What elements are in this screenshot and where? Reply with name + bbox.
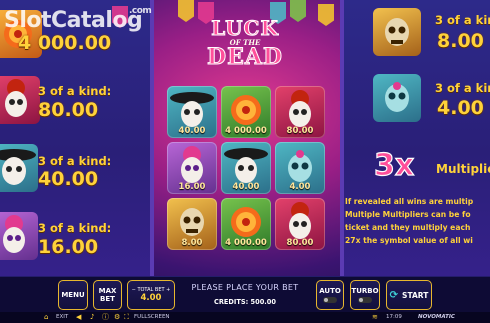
multiplier-value: 3x: [373, 147, 415, 183]
max-bet-label-1: MAX: [98, 287, 117, 295]
start-label: START: [402, 290, 429, 300]
grid-cell[interactable]: 80.00: [275, 86, 325, 138]
status-message: PLEASE PLACE YOUR BET: [191, 283, 299, 292]
slotcatalog-watermark: SlotCatalog .com: [4, 6, 152, 33]
credits-label: CREDITS:: [214, 298, 249, 306]
plus-icon[interactable]: +: [166, 287, 170, 293]
start-button[interactable]: ⟳ START: [386, 280, 432, 310]
pay-value: 4.00: [437, 97, 484, 119]
grid-cell[interactable]: 8.00: [167, 198, 217, 250]
pay-label: 3 of a kind:: [38, 84, 112, 98]
auto-button[interactable]: AUTO: [316, 280, 344, 310]
cell-win-value: 4 000.00: [225, 238, 267, 248]
auto-label: AUTO: [319, 287, 341, 295]
grid-cell[interactable]: 4.00: [275, 142, 325, 194]
total-bet-value: 4.00: [140, 293, 162, 303]
pay-value: 16.00: [38, 236, 99, 258]
teal-skull-symbol-icon: [373, 74, 421, 122]
total-bet-selector[interactable]: − TOTAL BET + 4.00: [127, 280, 175, 310]
exit-label[interactable]: EXIT: [56, 314, 68, 320]
refresh-icon: ⟳: [389, 289, 399, 301]
pay-label: 3 of a kind: [435, 13, 490, 27]
pay-value: 80.00: [38, 99, 99, 121]
catrina-purple-symbol-icon: [0, 212, 38, 260]
volume-icon[interactable]: ♪: [90, 313, 98, 321]
panel-divider: [150, 0, 154, 276]
multiplier-line: 27x the symbol value of all wi: [345, 236, 473, 245]
control-bar: MENU MAX BET − TOTAL BET + 4.00 PLEASE P…: [0, 276, 490, 312]
pay-label: 3 of a kind:: [38, 154, 112, 168]
max-bet-button[interactable]: MAX BET: [93, 280, 122, 310]
game-logo: LUCK OF THE DEAD: [200, 16, 290, 78]
cell-win-value: 40.00: [178, 126, 206, 136]
wifi-icon: ≋: [372, 313, 378, 321]
speaker-icon[interactable]: ◀: [76, 313, 84, 321]
multiplier-label: Multiplier: [436, 162, 490, 176]
pay-value: 8.00: [437, 30, 484, 52]
cell-win-value: 80.00: [286, 238, 314, 248]
multiplier-line: If revealed all wins are multip: [345, 197, 474, 206]
cell-win-value: 16.00: [178, 182, 206, 192]
max-bet-label-2: BET: [100, 295, 115, 303]
minus-icon[interactable]: −: [132, 287, 136, 293]
pay-label: 3 of a kind:: [38, 221, 112, 235]
grid-cell[interactable]: 16.00: [167, 142, 217, 194]
cell-win-value: 4 000.00: [225, 126, 267, 136]
mariachi-skull-symbol-icon: [0, 144, 38, 192]
multiplier-line: ticket and they multiply each: [345, 223, 471, 232]
cell-win-value: 8.00: [181, 238, 203, 248]
logo-line-3: DEAD: [207, 44, 283, 71]
brand-label: NOVOMATIC: [418, 314, 455, 320]
menu-button-label: MENU: [61, 291, 85, 299]
auto-toggle[interactable]: [323, 297, 337, 303]
menu-button[interactable]: MENU: [58, 280, 88, 310]
clock-time: 17:09: [386, 314, 402, 320]
gold-skull-symbol-icon: [373, 8, 421, 56]
footer-bar: ⌂ EXIT ◀ ♪ ⓘ ⚙ ⛶ FULLSCREEN ≋ 17:09 NOVO…: [0, 312, 490, 323]
pay-label: 3 of a kind: [435, 81, 490, 95]
settings-icon[interactable]: ⚙: [114, 313, 122, 321]
game-stage: LUCK OF THE DEAD 4 000.00 3 of a kind: 8…: [0, 0, 490, 276]
watermark-tld: .com: [129, 6, 152, 16]
grid-cell[interactable]: 40.00: [221, 142, 271, 194]
cell-win-value: 4.00: [289, 182, 311, 192]
scratch-grid[interactable]: 40.00 4 000.00 80.00 16.00 40.00 4.00 8.…: [165, 86, 327, 250]
panel-divider: [340, 0, 344, 276]
fullscreen-icon[interactable]: ⛶: [124, 313, 132, 321]
multiplier-line: Multiple Multipliers can be fo: [345, 210, 471, 219]
credits-display: CREDITS: 500.00: [180, 298, 310, 306]
cell-win-value: 40.00: [232, 182, 260, 192]
fullscreen-label[interactable]: FULLSCREEN: [134, 314, 170, 320]
turbo-toggle[interactable]: [358, 297, 372, 303]
credits-value: 500.00: [250, 298, 276, 306]
home-icon[interactable]: ⌂: [44, 313, 52, 321]
cell-win-value: 80.00: [286, 126, 314, 136]
grid-cell[interactable]: 4 000.00: [221, 198, 271, 250]
info-icon[interactable]: ⓘ: [102, 313, 110, 321]
pay-value: 4 000.00: [18, 32, 112, 54]
catrina-red-symbol-icon: [0, 76, 40, 124]
turbo-label: TURBO: [351, 287, 379, 295]
pay-value: 40.00: [38, 168, 99, 190]
turbo-button[interactable]: TURBO: [350, 280, 380, 310]
grid-cell[interactable]: 4 000.00: [221, 86, 271, 138]
watermark-brand: SlotCatalog: [4, 8, 143, 33]
multiplier-description: If revealed all wins are multip Multiple…: [345, 195, 490, 247]
logo-line-1: LUCK: [211, 16, 279, 41]
grid-cell[interactable]: 80.00: [275, 198, 325, 250]
grid-cell[interactable]: 40.00: [167, 86, 217, 138]
